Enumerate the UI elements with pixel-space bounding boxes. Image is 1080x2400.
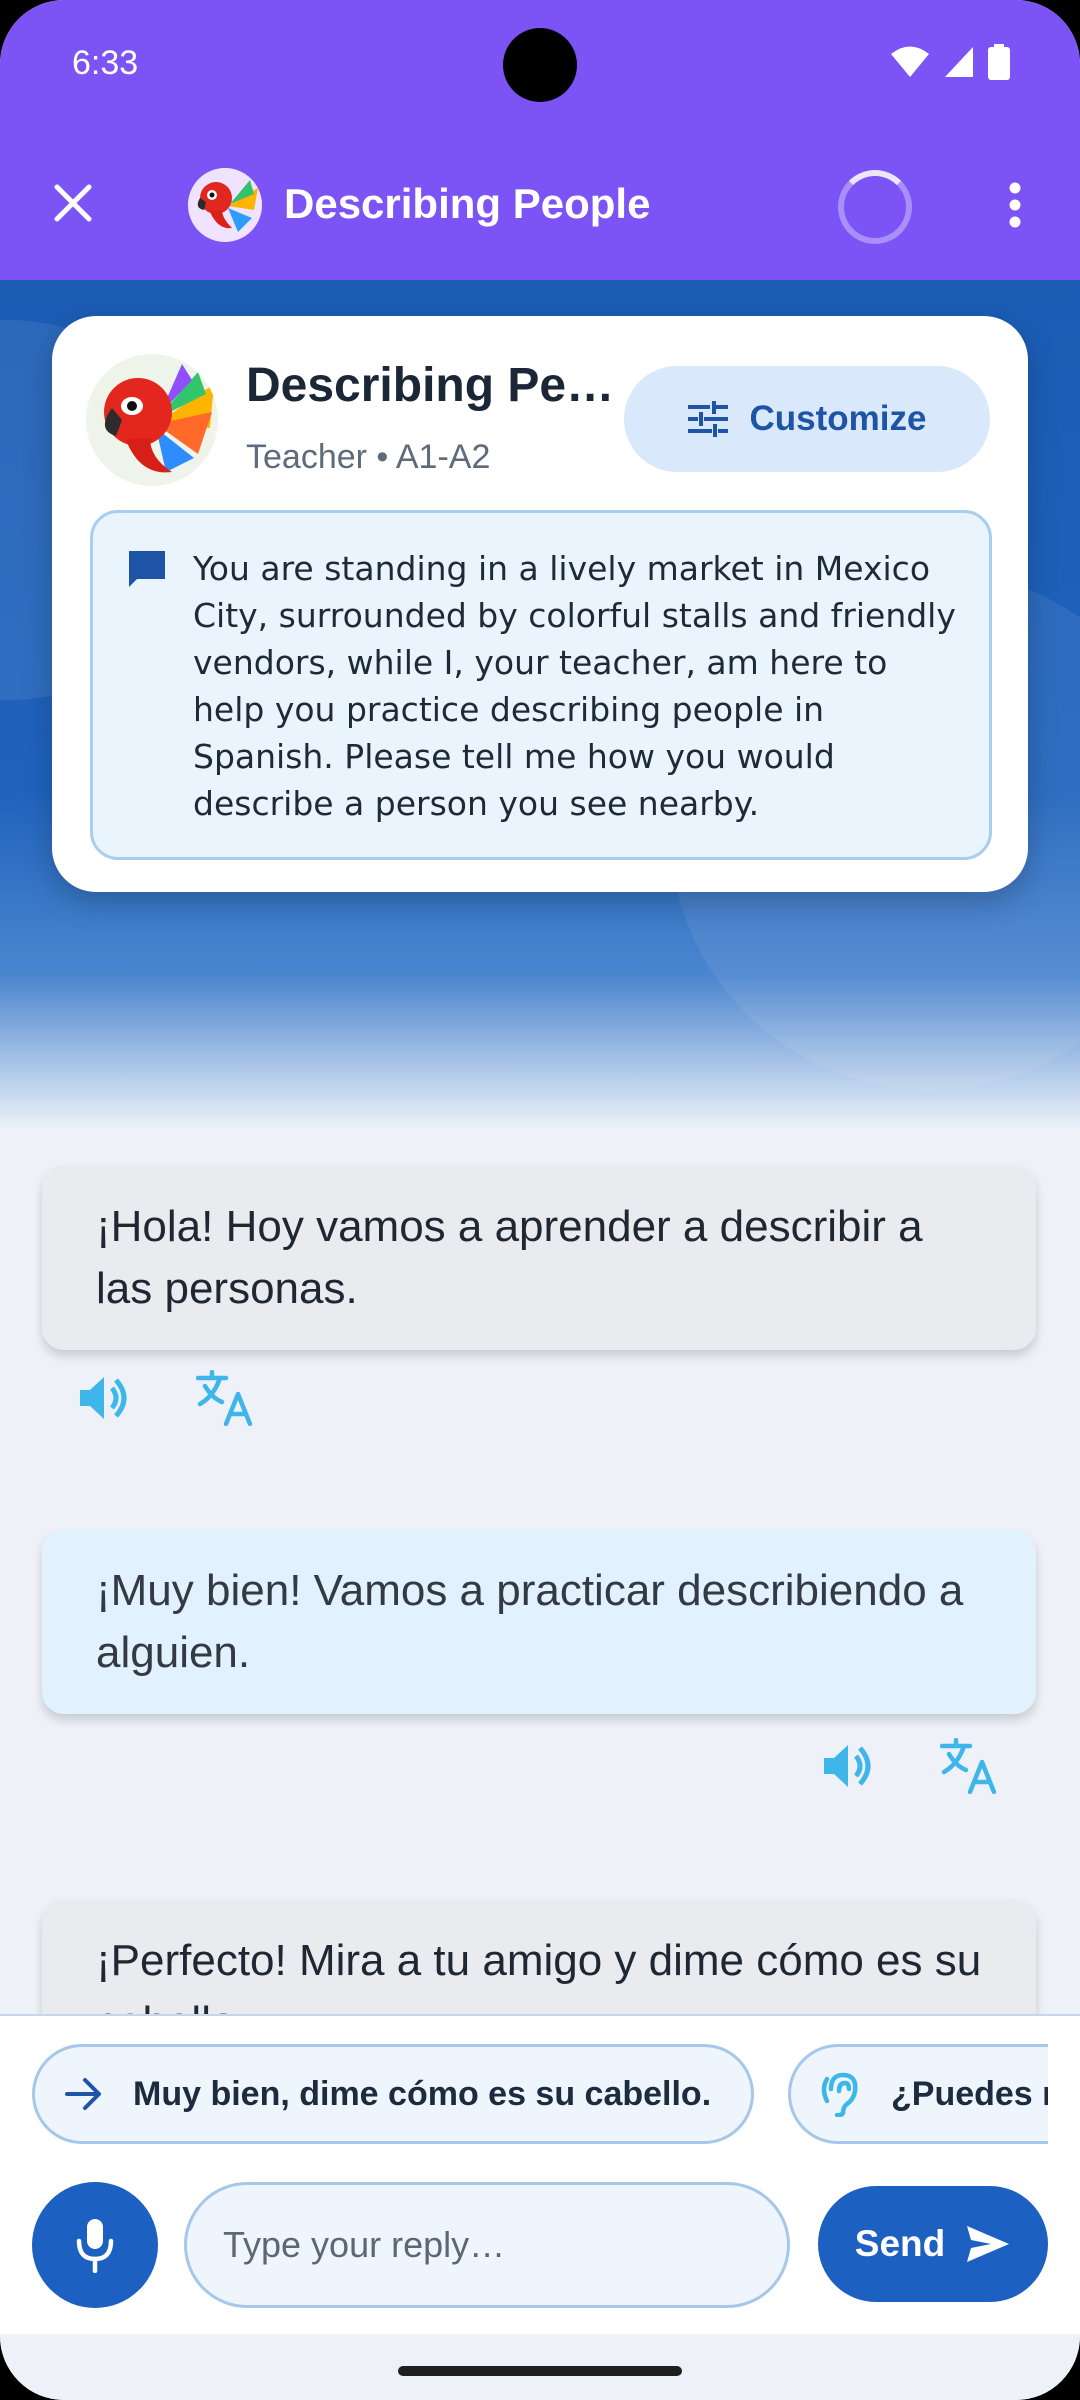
chat-bubble-icon — [129, 551, 165, 587]
signal-icon — [945, 47, 973, 77]
close-button[interactable] — [40, 170, 106, 236]
tune-icon — [687, 401, 728, 437]
suggestion-row[interactable]: Muy bien, dime cómo es su cabello. ¿Pued… — [0, 2044, 1048, 2144]
gesture-nav-area — [0, 2334, 1080, 2400]
parrot-avatar — [188, 168, 262, 242]
speaker-icon[interactable] — [822, 1742, 874, 1790]
more-options-button[interactable] — [990, 168, 1040, 242]
user-message: ¡Muy bien! Vamos a practicar describiend… — [42, 1530, 1036, 1714]
arrow-right-icon — [65, 2078, 101, 2110]
wifi-icon — [891, 46, 929, 77]
customize-label: Customize — [749, 399, 927, 438]
mic-button[interactable] — [32, 2182, 158, 2308]
scenario-card: Describing People Teacher • A1-A2 Custom… — [52, 316, 1028, 892]
send-label: Send — [854, 2223, 946, 2264]
bot-message-actions — [78, 1370, 256, 1426]
customize-button[interactable]: Customize — [624, 366, 990, 472]
suggestion-chip[interactable]: Muy bien, dime cómo es su cabello. — [32, 2044, 755, 2144]
chat-list[interactable]: ¡Hola! Hoy vamos a aprender a describir … — [0, 1130, 1080, 2014]
suggestion-chip[interactable]: ¿Puedes repetir? — [788, 2044, 1048, 2144]
camera-cutout — [503, 28, 577, 102]
home-indicator[interactable] — [398, 2366, 682, 2376]
reply-input[interactable] — [184, 2182, 790, 2308]
suggestion-text: ¿Puedes repetir? — [891, 2074, 1048, 2113]
send-icon — [967, 2226, 1010, 2262]
scenario-title: Describing People — [246, 359, 616, 412]
translate-icon[interactable] — [940, 1738, 1000, 1794]
more-vert-icon — [1009, 182, 1021, 228]
parrot-icon — [86, 354, 218, 486]
loading-spinner — [838, 170, 912, 244]
scenario-description-box: You are standing in a lively market in M… — [90, 510, 992, 860]
phone-screen: 6:33 Describing People Describing Peo Te… — [0, 0, 1080, 2400]
bot-message: ¡Hola! Hoy vamos a aprender a describir … — [42, 1166, 1036, 1350]
teacher-avatar — [86, 354, 218, 486]
app-bar: 6:33 Describing People — [0, 0, 1080, 280]
suggestion-text: Muy bien, dime cómo es su cabello. — [133, 2074, 712, 2113]
hearing-icon — [821, 2072, 858, 2117]
close-icon — [54, 184, 92, 222]
send-button[interactable]: Send — [818, 2186, 1048, 2302]
user-message-actions — [822, 1738, 1000, 1794]
scenario-subtitle: Teacher • A1-A2 — [246, 438, 491, 476]
status-icons — [890, 44, 1010, 80]
bot-message: ¡Perfecto! Mira a tu amigo y dime cómo e… — [42, 1900, 1036, 2014]
translate-icon[interactable] — [196, 1370, 256, 1426]
mic-icon — [76, 2219, 114, 2273]
parrot-icon — [188, 168, 262, 242]
battery-icon — [988, 44, 1010, 80]
scenario-description: You are standing in a lively market in M… — [193, 549, 956, 823]
speaker-icon[interactable] — [78, 1374, 130, 1422]
status-time: 6:33 — [72, 44, 139, 82]
app-title: Describing People — [284, 180, 651, 227]
composer: Muy bien, dime cómo es su cabello. ¿Pued… — [0, 2014, 1080, 2334]
